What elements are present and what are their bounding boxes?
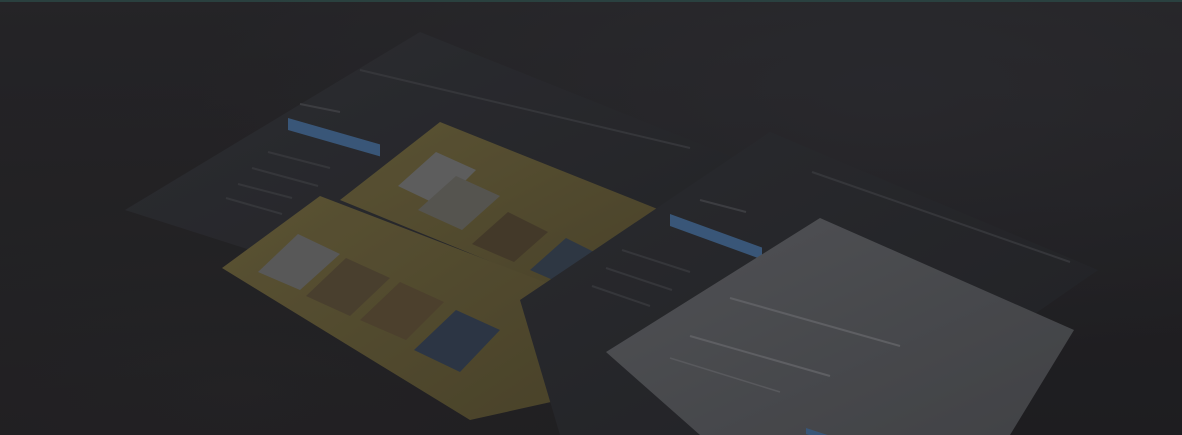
photo-scene bbox=[0, 0, 1182, 435]
tilted-screens-illustration bbox=[125, 32, 1098, 435]
